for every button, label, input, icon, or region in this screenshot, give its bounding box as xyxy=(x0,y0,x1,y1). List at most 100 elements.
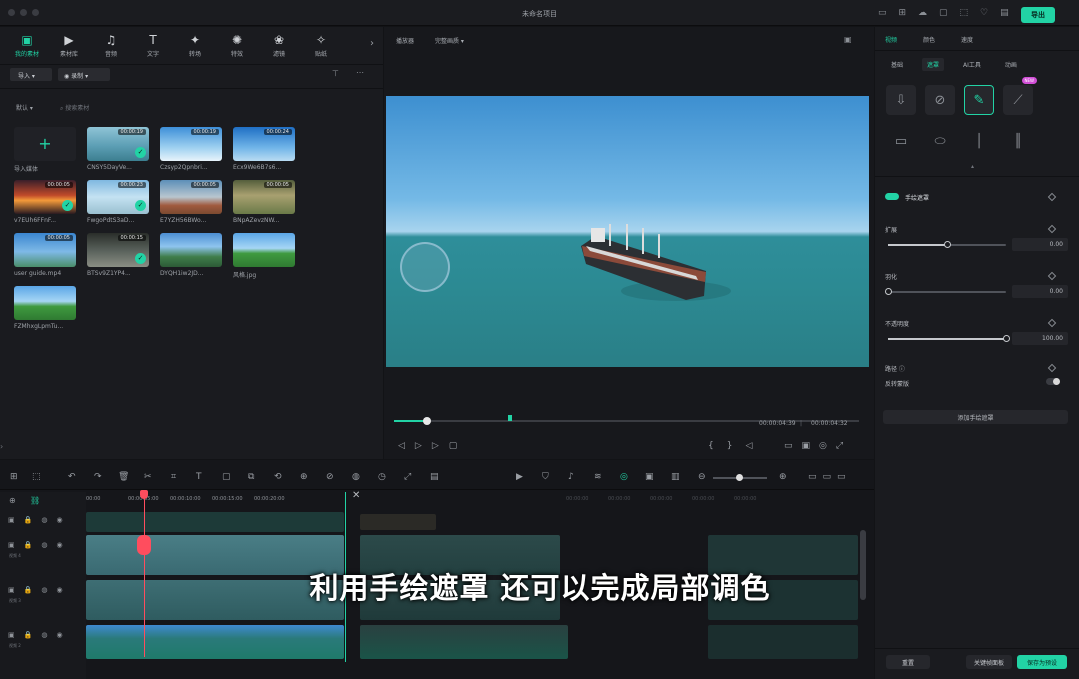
zoom-slider-knob[interactable] xyxy=(736,474,743,481)
inspector-sub-tab[interactable]: 动画 xyxy=(1000,58,1022,71)
playhead-line[interactable] xyxy=(144,492,145,657)
media-thumbnail[interactable]: 00:00:15 ✓ xyxy=(87,233,149,267)
param-slider[interactable] xyxy=(888,291,1006,293)
redo-icon[interactable]: ↷ xyxy=(94,472,102,482)
ai-brush-mask-icon[interactable]: ⟋ NEW xyxy=(1003,77,1037,115)
more-icon[interactable]: ⋯ xyxy=(356,68,364,77)
inspector-tab[interactable]: 颜色 xyxy=(923,35,935,44)
add-hand-mask-button[interactable]: 添加手绘遮罩 xyxy=(883,410,1068,424)
bracket-controls[interactable]: {}◁ xyxy=(708,441,765,451)
media-thumbnail[interactable]: 00:00:23 ✓ xyxy=(87,180,149,214)
param-value-input[interactable]: 0.00 xyxy=(1012,238,1068,251)
marker-icon[interactable] xyxy=(508,415,512,421)
grid-icon[interactable]: ⊞ xyxy=(10,472,18,482)
snapshot-icon[interactable]: ▣ xyxy=(844,35,852,44)
double-line-mask-icon[interactable]: ║ xyxy=(1003,126,1033,156)
mic-icon[interactable]: ♪ xyxy=(568,472,574,482)
rotate-icon[interactable]: ⟲ xyxy=(274,472,282,482)
media-thumbnail[interactable]: 00:00:05 ✓ xyxy=(14,180,76,214)
timeline-clip[interactable] xyxy=(708,625,858,659)
tab-filter[interactable]: ❀ 滤镜 xyxy=(258,34,300,58)
media-thumbnail[interactable]: 00:00:05 xyxy=(14,233,76,267)
inspector-tab[interactable]: 速度 xyxy=(961,35,973,44)
media-search-input[interactable]: ⌕ 搜索素材 xyxy=(60,101,200,113)
undo-icon[interactable]: ↶ xyxy=(68,472,76,482)
timeline-clip[interactable] xyxy=(86,512,344,532)
timeline-clip[interactable] xyxy=(360,514,436,530)
mask-brush-cursor[interactable] xyxy=(400,242,450,292)
link-icon[interactable]: ⛓ xyxy=(30,496,40,505)
panel-expand-icon[interactable]: › xyxy=(0,442,3,451)
view-controls[interactable]: ▭▣◎⤢ xyxy=(784,441,852,451)
ai-icon[interactable]: ◎ xyxy=(620,472,628,482)
play-render-icon[interactable]: ▶ xyxy=(516,472,523,482)
timeline-clip[interactable] xyxy=(86,625,344,659)
track-icon[interactable]: ▥ xyxy=(671,472,680,482)
no-mask-icon[interactable]: ⊘ xyxy=(925,85,955,115)
image-icon[interactable]: ▣ xyxy=(645,472,654,482)
media-thumbnail[interactable]: 00:00:24 xyxy=(233,127,295,161)
tab-library[interactable]: ▶ 素材库 xyxy=(48,34,90,58)
param-slider-knob[interactable] xyxy=(885,288,892,295)
tab-folder[interactable]: ▣ 我的素材 xyxy=(6,34,48,58)
color-icon[interactable]: ◍ xyxy=(352,472,360,482)
save-preset-button[interactable]: 保存为预设 xyxy=(1017,655,1067,669)
zoom-fit-icon[interactable]: ⊕ xyxy=(300,472,308,482)
timer-icon[interactable]: ◷ xyxy=(378,472,386,482)
media-thumbnail[interactable] xyxy=(14,286,76,320)
import-dropdown[interactable]: 导入 ▾ xyxy=(10,68,52,81)
filter-icon[interactable]: ⊤ xyxy=(332,69,339,78)
collapse-icon[interactable]: ▴ xyxy=(971,163,974,170)
tab-text[interactable]: T 文字 xyxy=(132,34,174,58)
import-mask-icon[interactable]: ⇩ xyxy=(886,85,916,115)
player-label[interactable]: 播放器 xyxy=(396,36,414,45)
sort-dropdown[interactable]: 默认 ▾ xyxy=(16,103,33,112)
reset-button[interactable]: 重置 xyxy=(886,655,930,669)
invert-mask-toggle[interactable] xyxy=(1046,378,1060,385)
rectangle-mask-icon[interactable]: ▭ xyxy=(886,126,916,156)
media-thumbnail[interactable]: 00:00:19 ✓ xyxy=(87,127,149,161)
quality-dropdown[interactable]: 完整画质 ▾ xyxy=(435,36,464,45)
audio-icon[interactable]: ≋ xyxy=(594,472,602,482)
inspector-sub-tab[interactable]: 遮罩 xyxy=(922,58,945,71)
inspector-sub-tab[interactable]: AI工具 xyxy=(958,58,986,71)
select-icon[interactable]: ⬚ xyxy=(32,472,41,482)
add-track-icon[interactable]: ⊕ xyxy=(9,496,16,505)
media-thumbnail[interactable]: 00:00:05 xyxy=(233,180,295,214)
fullscreen-icon[interactable]: ⤢ xyxy=(404,472,411,482)
hand-draw-mask-icon[interactable]: ✎ xyxy=(964,85,994,115)
timeline-clip[interactable] xyxy=(360,625,568,659)
group-icon[interactable]: ⧉ xyxy=(248,472,254,482)
chevron-right-icon[interactable]: › xyxy=(370,38,374,49)
export-button[interactable]: 导出 xyxy=(1021,7,1055,23)
title-bar-icons[interactable]: ▭⊞☁▢⬚♡▤ xyxy=(878,8,1021,18)
inspector-tab[interactable]: 视频 xyxy=(885,35,897,44)
param-value-input[interactable]: 0.00 xyxy=(1012,285,1068,298)
delete-icon[interactable]: 🗑 xyxy=(118,472,129,482)
media-thumbnail[interactable] xyxy=(160,233,222,267)
zoom-in-icon[interactable]: ⊕ xyxy=(779,472,787,482)
media-thumbnail[interactable]: 00:00:05 xyxy=(160,180,222,214)
param-value-input[interactable]: 100.00 xyxy=(1012,332,1068,345)
tab-effects[interactable]: ✺ 特效 xyxy=(216,34,258,58)
import-media-tile[interactable]: + xyxy=(14,127,76,161)
timeline-view-icons[interactable]: ▭▭▭ xyxy=(808,472,852,482)
tab-music[interactable]: ♫ 音频 xyxy=(90,34,132,58)
playback-controls[interactable]: ◁▷▷▢ xyxy=(398,441,467,451)
playhead-handle[interactable] xyxy=(140,490,148,499)
preview-progress-knob[interactable] xyxy=(423,417,431,425)
ellipse-mask-icon[interactable]: ⬭ xyxy=(925,126,955,156)
shield-icon[interactable]: ⛉ xyxy=(542,472,549,482)
rect-tool-icon[interactable]: ▢ xyxy=(222,472,231,482)
track-controls[interactable]: ▣🔒◍◉ xyxy=(0,541,72,549)
timeline-ruler[interactable]: 00:0000:00:05:0000:00:10:0000:00:15:0000… xyxy=(86,492,874,506)
media-thumbnail[interactable]: 00:00:19 xyxy=(160,127,222,161)
media-thumbnail[interactable] xyxy=(233,233,295,267)
marker-tool-icon[interactable]: ⊘ xyxy=(326,472,334,482)
param-slider-knob[interactable] xyxy=(1003,335,1010,342)
close-icon[interactable]: ✕ xyxy=(352,490,360,501)
mask-enable-toggle[interactable] xyxy=(885,193,899,200)
zoom-out-icon[interactable]: ⊖ xyxy=(698,472,706,482)
inspector-sub-tab[interactable]: 基础 xyxy=(886,58,908,71)
line-mask-icon[interactable]: │ xyxy=(964,126,994,156)
